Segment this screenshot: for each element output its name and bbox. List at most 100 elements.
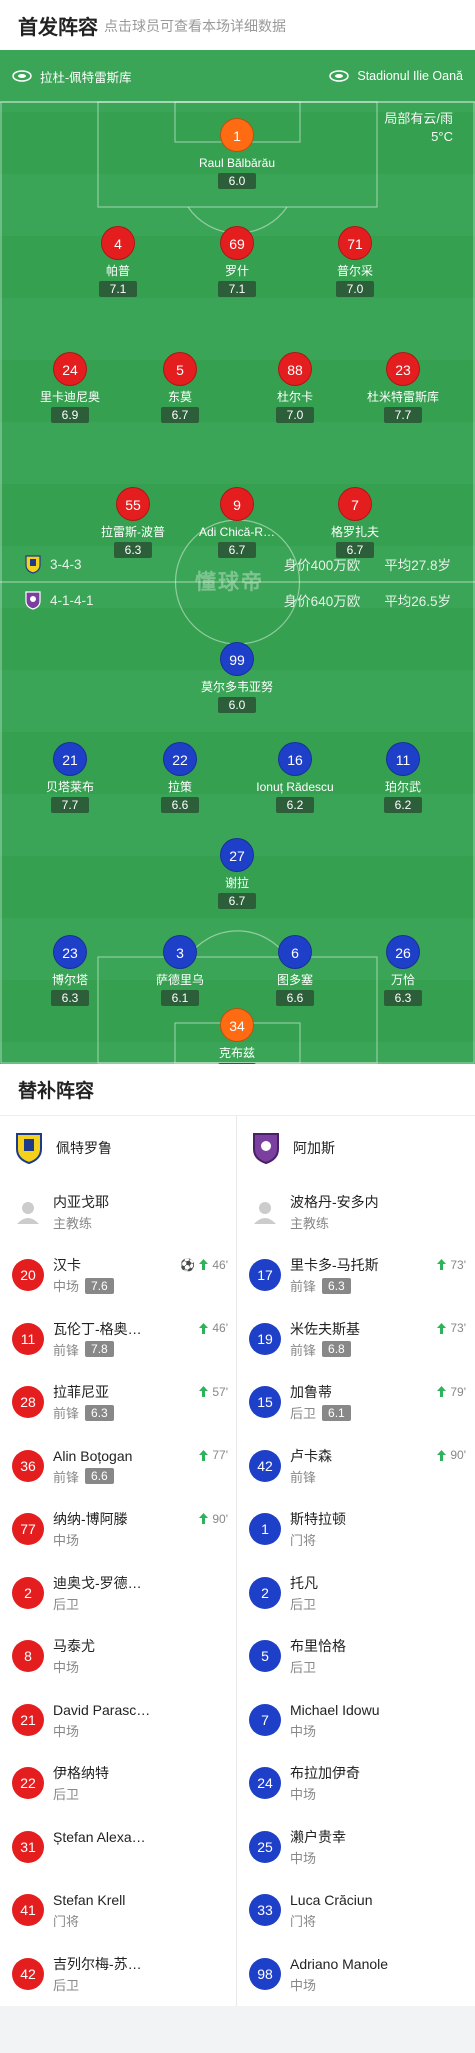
pitch-player[interactable]: 16 Ionuț Rădescu 6.2 <box>240 742 350 814</box>
substitute-name: Luca Crăciun <box>290 1892 373 1909</box>
substitute-position: 后卫 <box>290 1406 317 1422</box>
home-stadium: 拉杜-佩特雷斯库 <box>12 67 132 86</box>
pitch-player[interactable]: 34克布兹5.9 <box>182 1008 292 1064</box>
temperature: 5°C <box>431 129 453 144</box>
substitute-row[interactable]: 24 布拉加伊奇 中场 <box>237 1752 474 1816</box>
pitch-player[interactable]: 23 杜米特雷斯库 7.7 <box>348 352 458 424</box>
pitch-player[interactable]: 88 杜尔卡 7.0 <box>240 352 350 424</box>
player-name: 格罗扎夫 <box>330 525 379 539</box>
substitute-row[interactable]: 1 斯特拉顿 门将 <box>237 1498 474 1562</box>
substitute-row[interactable]: 11 瓦伦丁-格奥… 前锋 7.8 46' <box>0 1307 236 1371</box>
pitch-player[interactable]: 22 拉策 6.6 <box>125 742 235 814</box>
substitute-row[interactable]: 22 伊格纳特 后卫 <box>0 1752 236 1816</box>
player-number: 21 <box>53 742 87 776</box>
substitute-number: 42 <box>12 1957 44 1990</box>
substitute-number: 20 <box>12 1259 44 1292</box>
substitute-position: 后卫 <box>53 1596 80 1612</box>
home-crest-icon <box>16 1133 42 1165</box>
substitute-row[interactable]: 36 Alin Boțogan 前锋 6.6 77' <box>0 1434 236 1498</box>
substitute-rating: 7.6 <box>85 1277 114 1294</box>
substitute-name: 迪奥戈-罗德… <box>53 1574 142 1591</box>
player-rating: 6.9 <box>51 407 89 423</box>
player-name: 杜尔卡 <box>276 390 313 404</box>
player-name: 图多塞 <box>276 973 313 987</box>
substitute-row[interactable]: 31 Ștefan Alexan… <box>0 1815 236 1879</box>
home-team-line[interactable]: 佩特罗鲁 <box>0 1116 236 1180</box>
away-coach-row[interactable]: 波格丹-安多内 主教练 <box>237 1180 474 1244</box>
player-name: 帕普 <box>105 264 130 278</box>
substitute-row[interactable]: 20 汉卡 中场 7.6 ⚽ 46' <box>0 1244 236 1308</box>
sub-in-icon <box>199 1513 209 1524</box>
pitch-player[interactable]: 23 博尔塔 6.3 <box>15 935 125 1007</box>
substitute-row[interactable]: 7 Michael Idowu 中场 <box>237 1688 474 1752</box>
away-subs-list: 17 里卡多-马托斯 前锋 6.3 73' 19 米佐夫斯基 前锋 6.8 73' 15 加鲁蒂 后卫 6… <box>237 1244 474 2006</box>
substitute-number: 15 <box>249 1386 281 1419</box>
substitute-row[interactable]: 5 布里恰格 后卫 <box>237 1625 474 1689</box>
substitute-number: 2 <box>12 1576 44 1609</box>
pitch-player[interactable]: 5 东莫 6.7 <box>125 352 235 424</box>
substitute-position: 中场 <box>53 1279 80 1295</box>
sub-in-minute: 90' <box>450 1448 466 1462</box>
substitute-event: 73' <box>436 1258 466 1272</box>
pitch-player[interactable]: 55 拉雷斯-波普 6.3 <box>78 487 188 559</box>
player-rating: 7.1 <box>218 281 256 297</box>
away-team-line[interactable]: 阿加斯 <box>237 1116 474 1180</box>
pitch-player[interactable]: 24 里卡迪尼奥 6.9 <box>15 352 125 424</box>
substitute-row[interactable]: 19 米佐夫斯基 前锋 6.8 73' <box>237 1307 474 1371</box>
substitute-number: 31 <box>12 1830 44 1863</box>
home-coach-role: 主教练 <box>53 1215 93 1231</box>
substitute-number: 24 <box>249 1767 281 1800</box>
substitute-row[interactable]: 28 拉菲尼亚 前锋 6.3 57' <box>0 1371 236 1435</box>
pitch-player[interactable]: 21 贝塔莱布 7.7 <box>15 742 125 814</box>
sub-in-icon <box>437 1449 447 1461</box>
player-name: 克布兹 <box>218 1046 255 1060</box>
player-number: 4 <box>101 226 135 260</box>
pitch-player[interactable]: 9 Adi Chică-R… 6.7 <box>182 487 292 559</box>
player-name: Raul Bălbărău <box>198 156 276 170</box>
substitute-position: 中场 <box>290 1723 317 1739</box>
home-coach-row[interactable]: 内亚戈耶 主教练 <box>0 1180 236 1244</box>
home-subs-column: 佩特罗鲁 内亚戈耶 主教练 20 汉卡 中场 7.6 ⚽ 46' 11 瓦伦丁-格奥… 前锋 7.… <box>0 1116 237 2006</box>
substitute-position: 中场 <box>290 1787 317 1803</box>
pitch-player[interactable]: 7 格罗扎夫 6.7 <box>300 487 410 559</box>
substitute-name: Alin Boțogan <box>53 1447 133 1464</box>
pitch-player[interactable]: 3 萨德里乌 6.1 <box>125 935 235 1007</box>
substitute-row[interactable]: 77 纳纳-博阿滕 中场 90' <box>0 1498 236 1562</box>
pitch-player[interactable]: 1 Raul Bălbărău 6.0 <box>182 118 292 190</box>
sub-in-icon <box>437 1322 447 1334</box>
lineup-subtitle: 点击球员可查看本场详细数据 <box>104 18 286 34</box>
player-number: 9 <box>220 487 254 521</box>
substitute-row[interactable]: 42 卢卡森 前锋 90' <box>237 1434 474 1498</box>
substitute-row[interactable]: 42 吉列尔梅-苏… 后卫 <box>0 1942 236 2006</box>
away-coach-role: 主教练 <box>290 1215 330 1231</box>
substitute-name: Michael Idowu <box>290 1701 380 1718</box>
substitute-position: 后卫 <box>53 1977 80 1993</box>
substitute-row[interactable]: 8 马泰尤 中场 <box>0 1625 236 1689</box>
pitch-player[interactable]: 26 万恰 6.3 <box>348 935 458 1007</box>
pitch-player[interactable]: 4 帕普 7.1 <box>63 226 173 298</box>
pitch-player[interactable]: 11 珀尔武 6.2 <box>348 742 458 814</box>
substitute-row[interactable]: 25 濑户贵幸 中场 <box>237 1815 474 1879</box>
player-number: 11 <box>386 742 420 776</box>
player-name: 珀尔武 <box>384 780 421 794</box>
substitute-row[interactable]: 2 托凡 后卫 <box>237 1561 474 1625</box>
sub-in-minute: 46' <box>212 1321 228 1335</box>
player-number: 5 <box>163 352 197 386</box>
pitch-player[interactable]: 69 罗什 7.1 <box>182 226 292 298</box>
substitute-row[interactable]: 98 Adriano Manole 中场 <box>237 1942 474 2006</box>
pitch-player[interactable]: 6 图多塞 6.6 <box>240 935 350 1007</box>
player-rating: 6.6 <box>161 797 199 813</box>
substitute-row[interactable]: 17 里卡多-马托斯 前锋 6.3 73' <box>237 1244 474 1308</box>
substitute-row[interactable]: 21 David Parasc… 中场 <box>0 1688 236 1752</box>
footer-spacer <box>0 2005 475 2040</box>
substitute-row[interactable]: 41 Stefan Krell 门将 <box>0 1879 236 1943</box>
substitute-row[interactable]: 15 加鲁蒂 后卫 6.1 79' <box>237 1371 474 1435</box>
pitch: 拉杜-佩特雷斯库 Stadionul Ilie Oană 局部有云/雨 5°C … <box>0 50 475 1064</box>
substitute-row[interactable]: 2 迪奥戈-罗德… 后卫 <box>0 1561 236 1625</box>
substitute-row[interactable]: 33 Luca Crăciun 门将 <box>237 1879 474 1943</box>
player-name: 杜米特雷斯库 <box>366 390 439 404</box>
pitch-player[interactable]: 27 谢拉 6.7 <box>182 838 292 910</box>
pitch-player[interactable]: 71 普尔采 7.0 <box>300 226 410 298</box>
lineup-title: 首发阵容 <box>18 16 98 39</box>
pitch-player[interactable]: 99 莫尔多韦亚努 6.0 <box>182 642 292 714</box>
